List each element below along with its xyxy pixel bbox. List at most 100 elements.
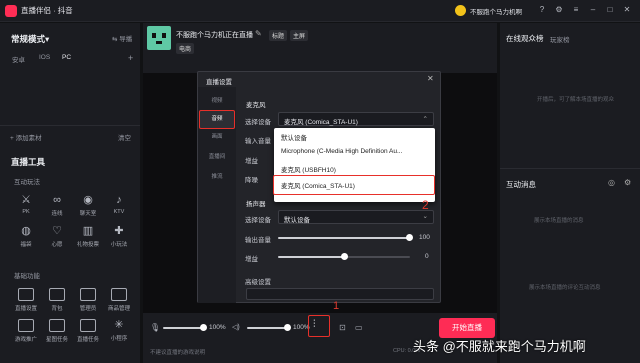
menu-icon[interactable]: ≡ xyxy=(570,5,582,14)
tab-ios[interactable]: IOS xyxy=(39,54,50,61)
link-tool[interactable]: ∞ 连线 xyxy=(43,194,71,217)
close-icon[interactable]: ✕ xyxy=(621,5,633,14)
gift-vote-tool[interactable]: ▥ 礼物投票 xyxy=(74,225,102,248)
theme-tag[interactable]: 标题 xyxy=(269,30,288,41)
tab-android[interactable]: 安卓 xyxy=(12,54,25,64)
output-volume-slider[interactable] xyxy=(278,237,410,239)
minimize-icon[interactable]: – xyxy=(587,5,599,14)
game-promo-icon xyxy=(18,319,34,332)
mic-volume-slider[interactable] xyxy=(163,327,203,329)
advanced-settings-field[interactable] xyxy=(246,288,434,300)
store-icon xyxy=(111,288,127,301)
speaker-gain-slider-track[interactable] xyxy=(344,256,410,258)
option-usbfh10[interactable]: 麦克风 (USBFH10) xyxy=(281,164,336,174)
game-notice[interactable]: 不建议直播的游戏说明 xyxy=(150,348,205,356)
tab-online-audience[interactable]: 在线观众榜 xyxy=(506,33,544,44)
edit-icon[interactable]: ✎ xyxy=(255,29,262,38)
lucky-bag-tool[interactable]: ◍ 福袋 xyxy=(12,225,40,248)
wish-tool[interactable]: ♡ 心愿 xyxy=(43,225,71,248)
mixer-settings-button[interactable]: ⫶ xyxy=(308,315,330,337)
speaker-device-select[interactable]: 默认设备 ⌄ xyxy=(278,210,434,224)
mini-program-tool[interactable]: ✳ 小程序 xyxy=(105,319,133,342)
settings-icon[interactable]: ⚙ xyxy=(624,178,631,187)
sub-tag[interactable]: 电商 xyxy=(176,43,195,54)
target-icon[interactable]: ◎ xyxy=(608,178,615,187)
live-settings-dialog: 直播设置 ✕ 视频 音频 画面 直播间 推流 麦克风 选择设备 麦克风 (Com… xyxy=(197,71,441,303)
annotation-1: 1 xyxy=(333,300,340,312)
nav-live-room[interactable]: 直播间 xyxy=(198,152,236,160)
vote-icon: ▥ xyxy=(82,225,94,237)
ktv-tool[interactable]: ♪ KTV xyxy=(105,194,133,215)
dialog-title: 直播设置 xyxy=(206,79,232,86)
dialog-close-icon[interactable]: ✕ xyxy=(427,74,434,83)
add-material-button[interactable]: + 添加素材 xyxy=(10,132,42,142)
divider xyxy=(0,125,140,126)
live-task-tool[interactable]: 直播任务 xyxy=(74,319,102,343)
mode-dropdown[interactable]: 常规模式▾ xyxy=(11,33,49,45)
avatar[interactable] xyxy=(455,5,466,16)
speaker-volume-knob[interactable] xyxy=(284,324,291,331)
mini-game-tool[interactable]: ✚ 小玩法 xyxy=(105,225,133,248)
game-promo-tool[interactable]: 游戏推广 xyxy=(12,319,40,343)
clear-button[interactable]: 清空 xyxy=(118,132,131,142)
import-button[interactable]: ⇆ 导播 xyxy=(112,33,132,43)
maximize-icon[interactable]: □ xyxy=(604,5,616,14)
nav-display[interactable]: 画面 xyxy=(198,132,236,140)
gamepad-icon: ✚ xyxy=(114,225,124,237)
live-settings-icon xyxy=(18,288,34,301)
stream-avatar[interactable] xyxy=(147,26,171,50)
pk-icon: ⚔ xyxy=(21,194,31,206)
option-cmedia[interactable]: Microphone (C-Media High Definition Au..… xyxy=(281,148,402,155)
add-source-icon[interactable]: + xyxy=(128,53,133,63)
goods-tool[interactable]: 商品管理 xyxy=(105,288,133,312)
output-volume-value: 100 xyxy=(419,234,430,241)
start-live-button[interactable]: 开始直播 xyxy=(439,318,495,338)
chatroom-tool[interactable]: ◉ 聊天室 xyxy=(74,194,102,217)
tab-players[interactable]: 玩家榜 xyxy=(550,34,570,44)
divider xyxy=(500,168,640,169)
speaker-gain-knob[interactable] xyxy=(341,253,348,260)
title-bar: 直播伴侣 · 抖音 不服跑个马力机啊 ? ⚙ ≡ – □ ✕ xyxy=(0,0,640,22)
mic-device-select[interactable]: 麦克风 (Comica_STA-U1) ⌃ xyxy=(278,112,434,126)
nav-audio[interactable]: 音频 xyxy=(199,110,235,129)
speaker-volume-slider[interactable] xyxy=(247,327,287,329)
interaction-label: 互动玩法 xyxy=(14,179,40,186)
speaker-icon[interactable]: ◁) xyxy=(232,323,240,331)
input-volume-label: 输入音量 xyxy=(245,138,271,145)
denoise-label: 降噪 xyxy=(245,177,258,184)
tab-pc[interactable]: PC xyxy=(62,54,71,61)
camera-icon[interactable]: ⊡ xyxy=(339,323,346,332)
mini-program-icon: ✳ xyxy=(114,319,124,331)
backpack-tool[interactable]: 背包 xyxy=(43,288,71,312)
output-volume-label: 输出音量 xyxy=(245,237,271,244)
help-icon[interactable]: ? xyxy=(536,5,548,14)
settings-icon[interactable]: ⚙ xyxy=(553,5,565,14)
speaker-gain-slider-fill[interactable] xyxy=(278,256,344,258)
category-tag[interactable]: 主屏 xyxy=(290,30,309,41)
admin-tool[interactable]: 管理员 xyxy=(74,288,102,312)
mic-volume-knob[interactable] xyxy=(200,324,207,331)
microphone-icon[interactable]: 🎙 xyxy=(150,323,160,332)
basic-label: 基础功能 xyxy=(14,273,40,280)
speaker-device-value: 默认设备 xyxy=(284,217,310,224)
audience-empty-text: 开播后，可了解本场直播的观众 xyxy=(537,97,615,103)
admin-icon xyxy=(80,288,96,301)
nav-video[interactable]: 视频 xyxy=(198,96,236,104)
chevron-down-icon: ⌄ xyxy=(422,213,428,220)
output-volume-knob[interactable] xyxy=(406,234,413,241)
link-icon: ∞ xyxy=(53,194,61,206)
left-sidebar: 常规模式▾ ⇆ 导播 安卓 IOS PC + + 添加素材 清空 直播工具 互动… xyxy=(0,23,140,363)
live-settings-tool[interactable]: 直播设置 xyxy=(12,288,40,312)
mic-volume-value: 100% xyxy=(209,324,226,331)
nav-push[interactable]: 推流 xyxy=(198,172,236,180)
screen-icon[interactable]: ▭ xyxy=(355,323,363,332)
option-default[interactable]: 默认设备 xyxy=(281,132,307,142)
star-task-tool[interactable]: 星图任务 xyxy=(43,319,71,343)
advanced-settings-label: 高级设置 xyxy=(245,279,271,286)
username[interactable]: 不服跑个马力机啊 xyxy=(470,6,522,16)
pk-tool[interactable]: ⚔ PK xyxy=(12,194,40,215)
chatroom-icon: ◉ xyxy=(83,194,93,206)
star-icon xyxy=(49,319,65,332)
comment-placeholder: 展示本场直播的评论互动消息 xyxy=(529,285,601,291)
bag-icon: ◍ xyxy=(21,225,31,237)
